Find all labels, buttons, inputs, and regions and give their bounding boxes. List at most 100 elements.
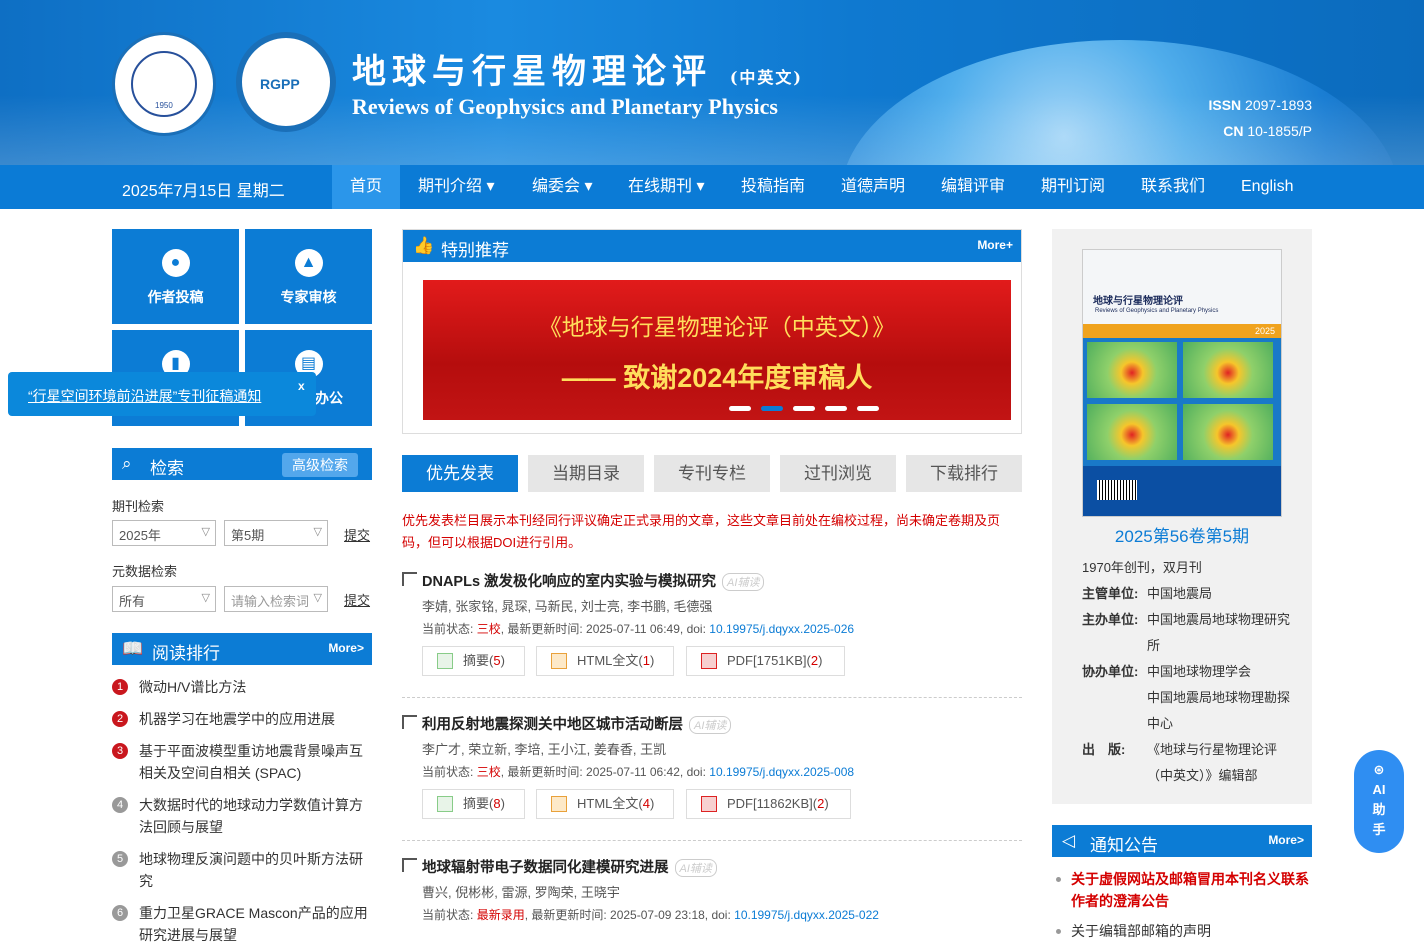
article-authors: 李婧, 张家铭, 晁琛, 马新民, 刘士亮, 李书鹏, 毛德强 bbox=[422, 599, 713, 614]
pdf-button[interactable]: PDF[1751KB](2) bbox=[686, 646, 845, 676]
list-icon bbox=[402, 572, 417, 586]
rank-item[interactable]: 4 大数据时代的地球动力学数值计算方法回顾与展望 bbox=[112, 794, 374, 838]
tab-download-rank[interactable]: 下载排行 bbox=[906, 455, 1022, 492]
carousel-slide[interactable]: 《地球与行星物理论评（中英文）》 —— 致谢2024年度审稿人 bbox=[423, 280, 1011, 420]
cover-maps bbox=[1083, 338, 1281, 466]
tab-archive[interactable]: 过刊浏览 bbox=[780, 455, 896, 492]
featured-carousel: 👍 特别推荐 More+ 《地球与行星物理论评（中英文）》 —— 致谢2024年… bbox=[402, 229, 1022, 434]
megaphone-icon: ◁ bbox=[1062, 831, 1076, 850]
carousel-dot[interactable] bbox=[793, 406, 815, 411]
nav-editorial-board[interactable]: 编委会 ▾ bbox=[514, 165, 610, 209]
abstract-button[interactable]: 摘要(5) bbox=[422, 646, 525, 676]
pdf-button[interactable]: PDF[11862KB](2) bbox=[686, 789, 851, 819]
nav-subscription[interactable]: 期刊订阅 bbox=[1023, 165, 1123, 209]
journal-cover-image[interactable]: 地球与行星物理论评 Reviews of Geophysics and Plan… bbox=[1082, 249, 1282, 517]
cover-year: 2025 bbox=[1083, 324, 1281, 338]
html-fulltext-button[interactable]: HTML全文(1) bbox=[536, 646, 674, 676]
journal-title-en: Reviews of Geophysics and Planetary Phys… bbox=[352, 94, 778, 119]
info-row: 出 版: 《地球与行星物理论评（中英文）》编辑部 bbox=[1082, 742, 1278, 783]
article-title[interactable]: 地球辐射带电子数据同化建模研究进展 AI辅读 bbox=[422, 856, 717, 877]
ai-read-badge[interactable]: AI辅读 bbox=[689, 716, 732, 734]
reading-rank-header: 📖 阅读排行 More> bbox=[112, 633, 372, 665]
nav-ethics[interactable]: 道德声明 bbox=[823, 165, 923, 209]
rank-item[interactable]: 1 微动H/V谱比方法 bbox=[112, 676, 374, 698]
rank-item[interactable]: 2 机器学习在地震学中的应用进展 bbox=[112, 708, 374, 730]
divider bbox=[402, 697, 1022, 698]
ai-brain-icon: ⊛ bbox=[1373, 762, 1385, 777]
carousel-dot[interactable] bbox=[825, 406, 847, 411]
doi-link[interactable]: 10.19975/j.dqyxx.2025-026 bbox=[709, 622, 854, 636]
abstract-button[interactable]: 摘要(8) bbox=[422, 789, 525, 819]
carousel-dot[interactable] bbox=[761, 406, 783, 411]
tab-special-issue[interactable]: 专刊专栏 bbox=[654, 455, 770, 492]
popup-link[interactable]: “行星空间环境前沿进展”专刊征稿通知 bbox=[28, 386, 261, 406]
pdf-icon bbox=[701, 653, 717, 669]
metadata-search-submit[interactable]: 提交 bbox=[344, 590, 370, 609]
rgpp-logo[interactable]: RGPP bbox=[236, 32, 336, 132]
expert-review-label: 专家审核 bbox=[280, 289, 337, 305]
ai-read-badge[interactable]: AI辅读 bbox=[674, 859, 717, 877]
chevron-down-icon: ▽ bbox=[313, 526, 322, 538]
featured-more[interactable]: More+ bbox=[977, 238, 1013, 252]
article-status: 当前状态: 三校, 最新更新时间: 2025-07-11 06:42, doi:… bbox=[422, 765, 855, 779]
info-row: 主管单位: 中国地震局 bbox=[1082, 586, 1213, 601]
announcements-more[interactable]: More> bbox=[1268, 833, 1304, 847]
journal-search-submit[interactable]: 提交 bbox=[344, 525, 370, 544]
institute-seal-logo: 1950 bbox=[112, 32, 216, 136]
current-issue-link[interactable]: 2025第56卷第5期 bbox=[1052, 522, 1312, 547]
tab-priority[interactable]: 优先发表 bbox=[402, 455, 518, 492]
article-title[interactable]: DNAPLs 激发极化响应的室内实验与模拟研究 AI辅读 bbox=[422, 570, 765, 591]
info-row: 协办单位: 中国地球物理学会 bbox=[1082, 664, 1252, 679]
rank-item[interactable]: 6 重力卫星GRACE Mascon产品的应用研究进展与展望 bbox=[112, 902, 374, 946]
nav-journal-intro[interactable]: 期刊介绍 ▾ bbox=[400, 165, 512, 209]
field-select[interactable]: 所有 ▽ bbox=[112, 586, 216, 612]
author-submit-tile[interactable]: ● 作者投稿 bbox=[112, 229, 239, 324]
reviewer-icon: ▲ bbox=[294, 249, 323, 277]
nav-english[interactable]: English bbox=[1223, 165, 1311, 209]
tab-current-issue[interactable]: 当期目录 bbox=[528, 455, 644, 492]
journal-title-cn: 地球与行星物理论评 (中英文) bbox=[352, 52, 803, 92]
search-section-header: ⌕ 检索 高级检索 bbox=[112, 448, 372, 480]
doi-link[interactable]: 10.19975/j.dqyxx.2025-022 bbox=[734, 908, 879, 922]
ai-assistant-button[interactable]: ⊛ AI助手 bbox=[1354, 750, 1404, 853]
abstract-icon bbox=[437, 653, 453, 669]
nav-contact[interactable]: 联系我们 bbox=[1123, 165, 1223, 209]
chevron-down-icon: ▽ bbox=[201, 526, 210, 538]
announcements-header: ◁ 通知公告 More> bbox=[1052, 825, 1312, 857]
slide-line1: 《地球与行星物理论评（中英文）》 bbox=[538, 315, 896, 341]
ai-assistant-label: AI助手 bbox=[1372, 782, 1386, 837]
list-icon bbox=[402, 858, 417, 872]
article-status: 当前状态: 三校, 最新更新时间: 2025-07-11 06:49, doi:… bbox=[422, 622, 855, 636]
nav-home[interactable]: 首页 bbox=[332, 165, 401, 209]
rank-item[interactable]: 5 地球物理反演问题中的贝叶斯方法研究 bbox=[112, 848, 374, 892]
carousel-dot[interactable] bbox=[729, 406, 751, 411]
rgpp-logo-text: RGPP bbox=[260, 76, 300, 92]
nav-online-journal[interactable]: 在线期刊 ▾ bbox=[610, 165, 722, 209]
expert-review-tile[interactable]: ▲ 专家审核 bbox=[245, 229, 372, 324]
header-banner: 1950 RGPP 地球与行星物理论评 (中英文) Reviews of Geo… bbox=[0, 0, 1424, 165]
search-icon: ⌕ bbox=[122, 454, 132, 473]
reading-rank-more[interactable]: More> bbox=[328, 641, 364, 655]
nav-submission-guide[interactable]: 投稿指南 bbox=[723, 165, 823, 209]
chevron-down-icon: ▽ bbox=[313, 592, 322, 604]
advanced-search-button[interactable]: 高级检索 bbox=[282, 453, 358, 477]
carousel-dot[interactable] bbox=[857, 406, 879, 411]
journal-search-label: 期刊检索 bbox=[112, 499, 165, 514]
barcode-icon bbox=[1097, 480, 1137, 500]
issue-select[interactable]: 第5期 ▽ bbox=[224, 520, 328, 546]
ai-read-badge[interactable]: AI辅读 bbox=[722, 573, 765, 591]
year-select[interactable]: 2025年 ▽ bbox=[112, 520, 216, 546]
keyword-input[interactable]: 请输入检索词 ▽ bbox=[224, 586, 328, 612]
close-icon[interactable]: x bbox=[298, 379, 305, 393]
call-for-papers-popup[interactable]: “行星空间环境前沿进展”专刊征稿通知 x bbox=[8, 372, 316, 416]
article-status: 当前状态: 最新录用, 最新更新时间: 2025-07-09 23:18, do… bbox=[422, 908, 879, 922]
main-nav: 2025年7月15日 星期二 首页 期刊介绍 ▾ 编委会 ▾ 在线期刊 ▾ 投稿… bbox=[0, 165, 1424, 209]
reading-rank-title: 阅读排行 bbox=[152, 644, 220, 663]
rank-item[interactable]: 3 基于平面波模型重访地震背景噪声互相关及空间自相关 (SPAC) bbox=[112, 740, 374, 784]
nav-editorial-review[interactable]: 编辑评审 bbox=[923, 165, 1023, 209]
html-fulltext-button[interactable]: HTML全文(4) bbox=[536, 789, 674, 819]
article-title[interactable]: 利用反射地震探测关中地区城市活动断层 AI辅读 bbox=[422, 713, 732, 734]
search-title: 检索 bbox=[150, 459, 184, 478]
announcements-title: 通知公告 bbox=[1090, 836, 1158, 855]
doi-link[interactable]: 10.19975/j.dqyxx.2025-008 bbox=[709, 765, 854, 779]
